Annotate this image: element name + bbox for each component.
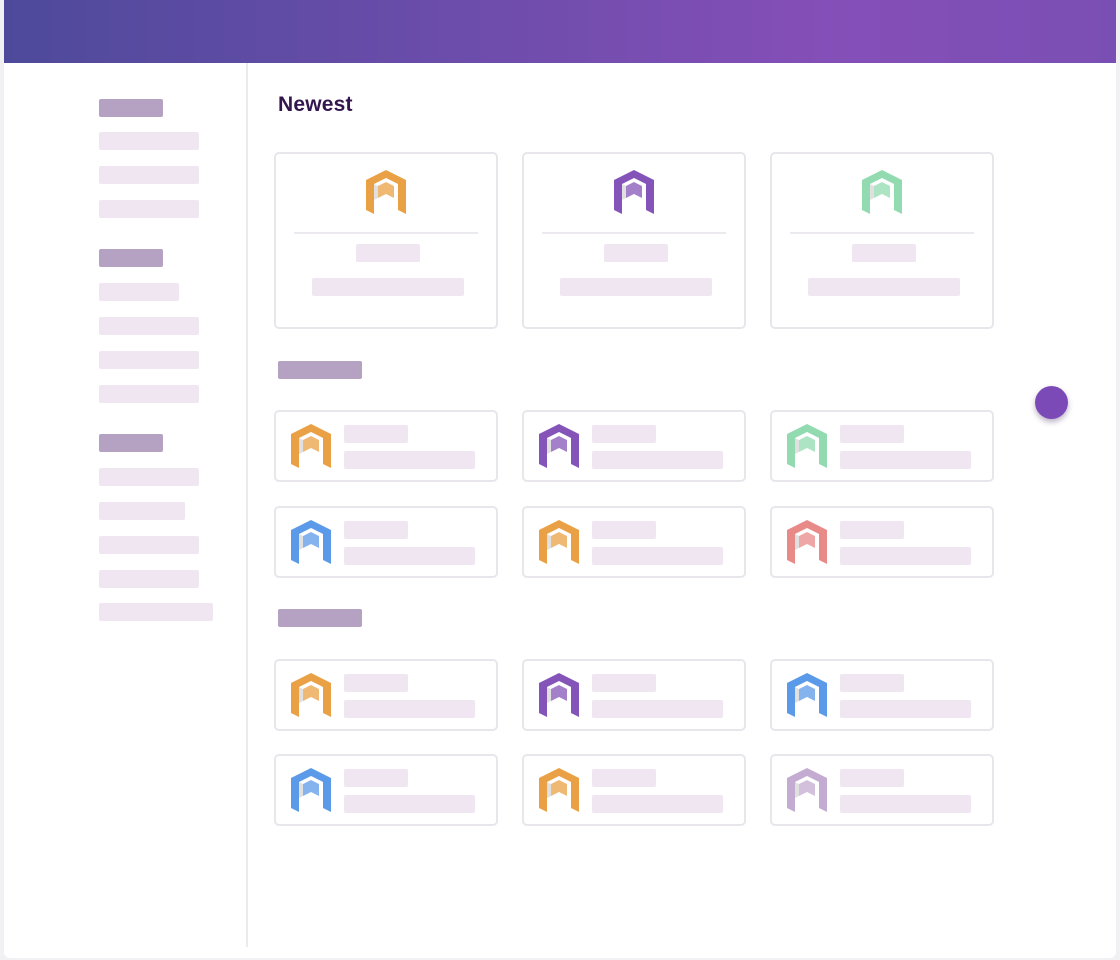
newest-card[interactable] bbox=[274, 152, 498, 329]
card-title-placeholder bbox=[344, 425, 408, 443]
card-subtitle-placeholder bbox=[592, 795, 723, 813]
floating-action-button[interactable] bbox=[1035, 386, 1068, 419]
logo-icon bbox=[537, 766, 581, 819]
sidebar-item[interactable] bbox=[99, 385, 199, 403]
card-title-placeholder bbox=[356, 244, 420, 262]
logo-icon bbox=[289, 518, 333, 571]
card-subtitle-placeholder bbox=[840, 700, 971, 718]
section-heading-2 bbox=[278, 361, 362, 379]
card-title-placeholder bbox=[592, 425, 656, 443]
sidebar-item[interactable] bbox=[99, 132, 199, 150]
section-title-newest: Newest bbox=[278, 93, 353, 116]
list-card[interactable] bbox=[770, 506, 994, 578]
card-divider bbox=[542, 232, 726, 234]
list-card[interactable] bbox=[770, 754, 994, 826]
list-card[interactable] bbox=[522, 754, 746, 826]
card-title-placeholder bbox=[344, 769, 408, 787]
sidebar-item[interactable] bbox=[99, 166, 199, 184]
logo-icon bbox=[785, 422, 829, 475]
section-heading-3 bbox=[278, 609, 362, 627]
sidebar-group-heading-1 bbox=[99, 99, 163, 117]
card-title-placeholder bbox=[592, 521, 656, 539]
sidebar-item[interactable] bbox=[99, 468, 199, 486]
card-title-placeholder bbox=[840, 521, 904, 539]
card-title-placeholder bbox=[840, 425, 904, 443]
sidebar-item[interactable] bbox=[99, 283, 179, 301]
list-card[interactable] bbox=[770, 659, 994, 731]
card-subtitle-placeholder bbox=[808, 278, 960, 296]
sidebar-item[interactable] bbox=[99, 570, 199, 588]
card-title-placeholder bbox=[592, 769, 656, 787]
card-title-placeholder bbox=[344, 521, 408, 539]
card-subtitle-placeholder bbox=[344, 451, 475, 469]
logo-icon bbox=[537, 422, 581, 475]
sidebar-item[interactable] bbox=[99, 200, 199, 218]
newest-card[interactable] bbox=[770, 152, 994, 329]
sidebar-group-heading-2 bbox=[99, 249, 163, 267]
card-divider bbox=[790, 232, 974, 234]
card-title-placeholder bbox=[604, 244, 668, 262]
logo-icon bbox=[612, 168, 656, 221]
logo-icon bbox=[785, 766, 829, 819]
logo-icon bbox=[537, 518, 581, 571]
list-card[interactable] bbox=[274, 506, 498, 578]
list-card[interactable] bbox=[522, 410, 746, 482]
logo-icon bbox=[860, 168, 904, 221]
card-subtitle-placeholder bbox=[592, 700, 723, 718]
sidebar-item[interactable] bbox=[99, 536, 199, 554]
sidebar-item[interactable] bbox=[99, 317, 199, 335]
card-subtitle-placeholder bbox=[344, 795, 475, 813]
sidebar-item[interactable] bbox=[99, 603, 213, 621]
logo-icon bbox=[289, 766, 333, 819]
top-header-bar bbox=[4, 0, 1116, 63]
card-subtitle-placeholder bbox=[840, 547, 971, 565]
card-subtitle-placeholder bbox=[344, 700, 475, 718]
card-title-placeholder bbox=[840, 769, 904, 787]
logo-icon bbox=[537, 671, 581, 724]
logo-icon bbox=[785, 671, 829, 724]
card-title-placeholder bbox=[840, 674, 904, 692]
card-title-placeholder bbox=[344, 674, 408, 692]
app-window: Newest bbox=[4, 0, 1116, 958]
logo-icon bbox=[364, 168, 408, 221]
card-subtitle-placeholder bbox=[560, 278, 712, 296]
sidebar-item[interactable] bbox=[99, 502, 185, 520]
card-title-placeholder bbox=[852, 244, 916, 262]
sidebar-divider bbox=[246, 63, 248, 947]
list-card[interactable] bbox=[522, 506, 746, 578]
card-title-placeholder bbox=[592, 674, 656, 692]
card-divider bbox=[294, 232, 478, 234]
card-subtitle-placeholder bbox=[344, 547, 475, 565]
newest-card[interactable] bbox=[522, 152, 746, 329]
list-card[interactable] bbox=[770, 410, 994, 482]
card-subtitle-placeholder bbox=[592, 547, 723, 565]
card-subtitle-placeholder bbox=[840, 451, 971, 469]
card-subtitle-placeholder bbox=[840, 795, 971, 813]
card-subtitle-placeholder bbox=[312, 278, 464, 296]
sidebar-item[interactable] bbox=[99, 351, 199, 369]
list-card[interactable] bbox=[274, 659, 498, 731]
logo-icon bbox=[289, 422, 333, 475]
list-card[interactable] bbox=[274, 410, 498, 482]
logo-icon bbox=[785, 518, 829, 571]
logo-icon bbox=[289, 671, 333, 724]
card-subtitle-placeholder bbox=[592, 451, 723, 469]
sidebar-group-heading-3 bbox=[99, 434, 163, 452]
list-card[interactable] bbox=[522, 659, 746, 731]
list-card[interactable] bbox=[274, 754, 498, 826]
